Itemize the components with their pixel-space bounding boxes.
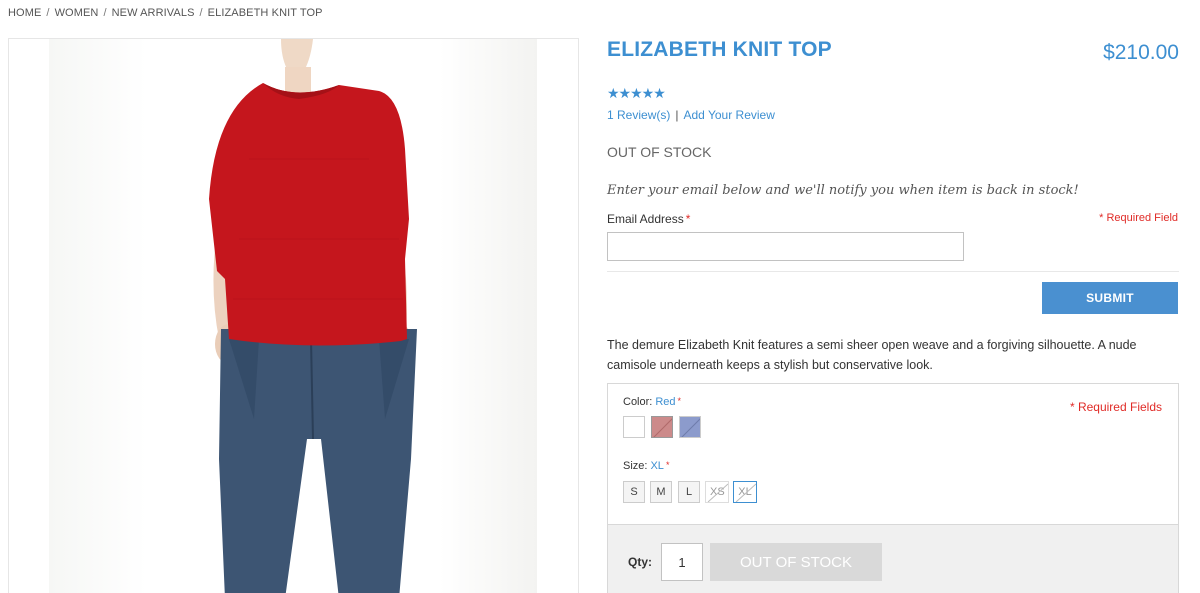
size-option-xl[interactable]: XL xyxy=(733,481,757,503)
breadcrumb: HOME / WOMEN / NEW ARRIVALS / ELIZABETH KNIT T… xyxy=(8,7,323,19)
unavailable-strike-icon xyxy=(735,483,756,502)
size-selected-value: XL xyxy=(650,460,664,472)
required-star: * xyxy=(685,212,691,226)
color-label-text: Color: xyxy=(623,396,653,408)
qty-label: Qty: xyxy=(628,555,652,569)
qty-input[interactable] xyxy=(661,543,703,581)
product-description: The demure Elizabeth Knit features a sem… xyxy=(607,338,1137,372)
size-option-l[interactable]: L xyxy=(678,481,700,503)
breadcrumb-separator: / xyxy=(199,7,203,19)
color-swatch-red[interactable] xyxy=(651,416,673,438)
breadcrumb-home[interactable]: HOME xyxy=(8,7,41,19)
required-fields-note: * Required Fields xyxy=(1069,400,1162,414)
breadcrumb-new-arrivals[interactable]: NEW ARRIVALS xyxy=(112,7,195,19)
size-label: Size: XL * xyxy=(623,460,669,472)
notify-prompt: Enter your email below and we'll notify … xyxy=(607,183,1079,198)
breadcrumb-separator: / xyxy=(103,7,107,19)
size-option-m[interactable]: M xyxy=(650,481,672,503)
color-swatch-blue[interactable] xyxy=(679,416,701,438)
add-review-link[interactable]: Add Your Review xyxy=(683,108,774,122)
breadcrumb-current: ELIZABETH KNIT TOP xyxy=(207,7,323,19)
add-to-cart-area: Qty: OUT OF STOCK xyxy=(608,524,1178,593)
size-label-text: Size: xyxy=(623,460,648,472)
size-option-xs[interactable]: XS xyxy=(705,481,729,503)
review-separator: | xyxy=(675,108,679,122)
unavailable-strike-icon xyxy=(707,483,728,502)
reviews-count-link[interactable]: 1 Review(s) xyxy=(607,108,670,122)
size-option-s[interactable]: S xyxy=(623,481,645,503)
required-field-note: * Required Field xyxy=(1099,212,1178,224)
model-illustration xyxy=(209,39,417,593)
required-star: * xyxy=(677,396,682,406)
color-swatch-white[interactable] xyxy=(623,416,645,438)
breadcrumb-separator: / xyxy=(46,7,50,19)
breadcrumb-women[interactable]: WOMEN xyxy=(55,7,99,19)
divider xyxy=(607,271,1179,272)
product-photo[interactable] xyxy=(49,39,537,593)
submit-button[interactable]: SUBMIT xyxy=(1042,282,1178,314)
product-title: ELIZABETH KNIT TOP xyxy=(607,38,832,61)
product-price: $210.00 xyxy=(1103,41,1179,64)
color-label: Color: Red * xyxy=(623,396,681,408)
review-links: 1 Review(s) | Add Your Review xyxy=(607,108,775,122)
email-label: Email Address * xyxy=(607,212,690,226)
stock-status: OUT OF STOCK xyxy=(607,144,712,160)
email-input[interactable] xyxy=(607,232,964,261)
product-options: Color: Red * * Required Fields Size: XL * S … xyxy=(607,383,1179,593)
product-image-frame xyxy=(8,38,579,593)
email-label-text: Email Address xyxy=(607,212,684,226)
required-star: * xyxy=(665,460,670,470)
rating-stars: ★★★★★ xyxy=(607,85,666,101)
color-selected-value: Red xyxy=(655,396,676,408)
unavailable-strike-icon xyxy=(681,418,700,437)
unavailable-strike-icon xyxy=(653,418,672,437)
out-of-stock-button[interactable]: OUT OF STOCK xyxy=(710,543,882,581)
